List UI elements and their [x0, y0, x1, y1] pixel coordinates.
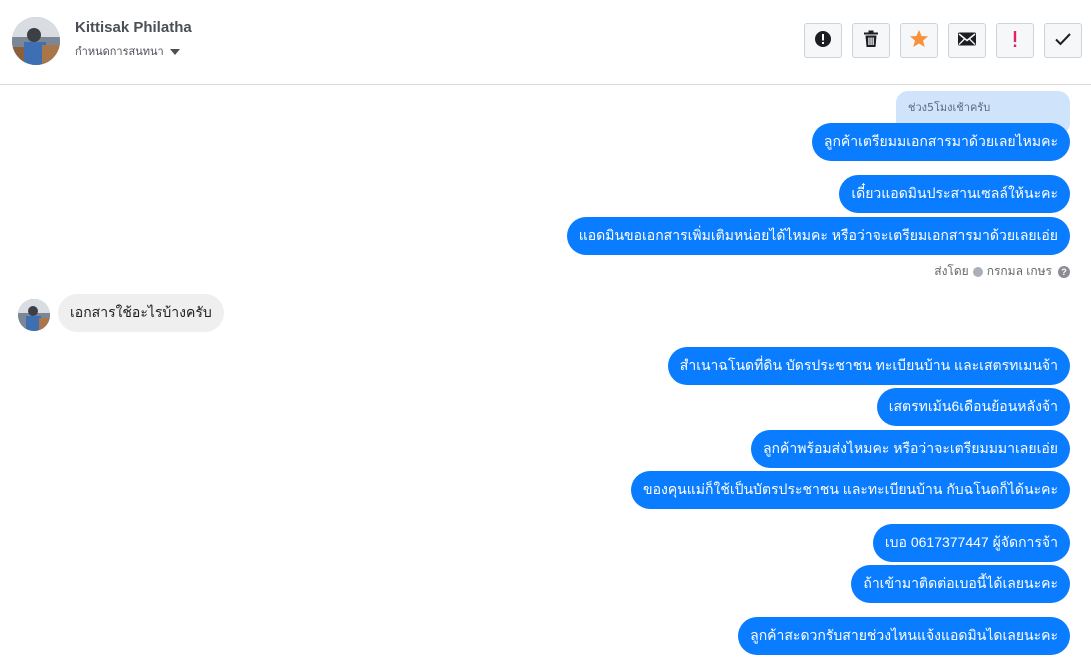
trash-icon	[863, 30, 879, 52]
sent-by-label: ส่งโดย	[934, 264, 969, 278]
incoming-message[interactable]: เอกสารใช้อะไรบ้างครับ	[58, 294, 224, 332]
outgoing-message[interactable]: แอดมินขอเอกสารเพิ่มเติมหน่อยได้ไหมคะ หรื…	[566, 217, 1070, 255]
mark-unread-button[interactable]	[948, 23, 986, 58]
help-icon[interactable]: ?	[1058, 265, 1070, 278]
reply-quote-text: ช่วง5โมงเช้าครับ	[908, 101, 991, 114]
message-thread[interactable]: ช่วง5โมงเช้าครับ ลูกค้าเตรียมมเอกสารมาด้…	[0, 86, 1091, 661]
contact-avatar-small	[18, 299, 50, 331]
outgoing-message[interactable]: ลูกค้าเตรียมมเอกสารมาด้วยเลยไหมคะ	[811, 123, 1070, 161]
verified-dot-icon	[972, 266, 983, 277]
assign-conversation-label: กำหนดการสนทนา	[75, 45, 164, 58]
sent-by-info: ส่งโดย กรกมล เกษร ?	[934, 262, 1070, 281]
outgoing-message[interactable]: เดี๋ยวแอดมินประสานเซลล์ให้นะคะ	[839, 175, 1070, 213]
outgoing-message[interactable]: ลูกค้าพร้อมส่งไหมคะ หรือว่าจะเตรียมมมาเล…	[750, 430, 1070, 468]
contact-name: Kittisak Philatha	[75, 19, 192, 36]
delete-button[interactable]	[852, 23, 890, 58]
follow-up-button[interactable]	[996, 23, 1034, 58]
caret-down-icon	[169, 48, 180, 55]
outgoing-message[interactable]: ของคุนแม่ก็ใช้เป็นบัตรประชาชน และทะเบียน…	[631, 471, 1070, 509]
checkmark-icon	[1054, 31, 1072, 50]
assign-conversation-dropdown[interactable]: กำหนดการสนทนา	[75, 42, 180, 60]
exclamation-icon	[1012, 30, 1018, 52]
alert-circle-icon	[814, 30, 832, 52]
outgoing-message[interactable]: เสตรทเม้น6เดือนย้อนหลังจ้า	[876, 388, 1070, 426]
star-button[interactable]	[900, 23, 938, 58]
mark-done-button[interactable]	[1044, 23, 1082, 58]
star-icon	[909, 29, 929, 52]
mark-spam-button[interactable]	[804, 23, 842, 58]
envelope-icon	[957, 31, 977, 51]
outgoing-message[interactable]: ถ้าเข้ามาติดต่อเบอนี้ได้เลยนะคะ	[851, 565, 1070, 603]
outgoing-message[interactable]: เบอ 0617377447 ผู้จัดการจ้า	[872, 524, 1070, 562]
outgoing-message[interactable]: สำเนาฉโนดที่ดิน บัดรประชาชน ทะเบียนบ้าน …	[667, 347, 1070, 385]
contact-avatar[interactable]	[12, 17, 60, 65]
sent-by-name: กรกมล เกษร	[986, 264, 1052, 278]
conversation-header: Kittisak Philatha กำหนดการสนทนา	[0, 0, 1091, 85]
outgoing-message[interactable]: ลูกค้าสะดวกรับสายช่วงไหนแจ้งแอดมินไดเลยน…	[738, 617, 1070, 655]
